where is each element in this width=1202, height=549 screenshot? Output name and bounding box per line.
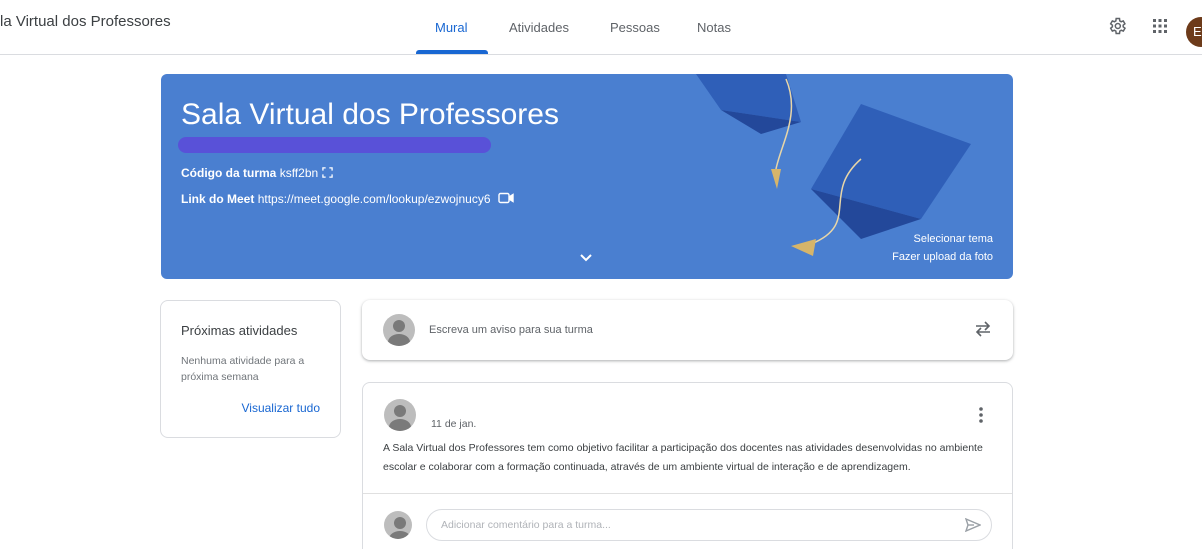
fullscreen-icon[interactable] — [321, 167, 333, 181]
post-divider — [363, 493, 1012, 494]
tab-pessoas[interactable]: Pessoas — [610, 20, 660, 35]
apps-grid-icon[interactable] — [1148, 14, 1172, 38]
comment-placeholder: Adicionar comentário para a turma... — [441, 519, 611, 531]
user-avatar — [383, 314, 415, 346]
post-author-avatar — [384, 399, 416, 431]
upcoming-activities-card: Próximas atividades Nenhuma atividade pa… — [160, 300, 341, 438]
upcoming-empty-text: Nenhuma atividade para a próxima semana — [181, 355, 305, 383]
gear-icon[interactable] — [1105, 14, 1129, 38]
tab-notas[interactable]: Notas — [697, 20, 731, 35]
comment-input[interactable]: Adicionar comentário para a turma... — [426, 509, 992, 541]
upload-photo-link[interactable]: Fazer upload da foto — [892, 251, 993, 263]
more-vert-icon[interactable] — [975, 406, 987, 429]
active-tab-indicator — [416, 50, 488, 54]
view-all-link[interactable]: Visualizar tudo — [242, 401, 321, 415]
class-code-label: Código da turma — [181, 166, 277, 180]
banner-class-title: Sala Virtual dos Professores — [181, 98, 559, 131]
tab-atividades[interactable]: Atividades — [509, 20, 569, 35]
meet-link-url[interactable]: https://meet.google.com/lookup/ezwojnucy… — [258, 192, 491, 206]
redaction-scribble — [178, 137, 491, 153]
post-body-text: A Sala Virtual dos Professores tem como … — [383, 442, 983, 473]
top-app-bar: la Virtual dos Professores Mural Ativida… — [0, 0, 1202, 55]
class-banner: Sala Virtual dos Professores Código da t… — [161, 74, 1013, 279]
tab-mural[interactable]: Mural — [435, 20, 468, 35]
announcement-placeholder[interactable]: Escreva um aviso para sua turma — [429, 324, 593, 336]
meet-link-label: Link do Meet — [181, 192, 255, 206]
send-icon[interactable] — [964, 517, 982, 537]
chevron-down-icon[interactable] — [579, 250, 593, 268]
select-theme-link[interactable]: Selecionar tema — [914, 233, 994, 245]
repost-icon[interactable] — [974, 319, 992, 344]
post-date: 11 de jan. — [431, 418, 477, 430]
commenter-avatar — [384, 511, 412, 539]
video-camera-icon[interactable] — [498, 192, 514, 207]
class-code-row: Código da turma ksff2bn — [181, 166, 333, 181]
account-avatar[interactable]: E — [1186, 17, 1202, 47]
announcement-post: 11 de jan. A Sala Virtual dos Professore… — [362, 382, 1013, 549]
upcoming-title: Próximas atividades — [181, 323, 298, 338]
class-title[interactable]: la Virtual dos Professores — [0, 13, 171, 30]
announcement-composer[interactable]: Escreva um aviso para sua turma — [362, 300, 1013, 360]
meet-link-row: Link do Meet https://meet.google.com/loo… — [181, 192, 514, 207]
class-code-value[interactable]: ksff2bn — [280, 166, 318, 180]
